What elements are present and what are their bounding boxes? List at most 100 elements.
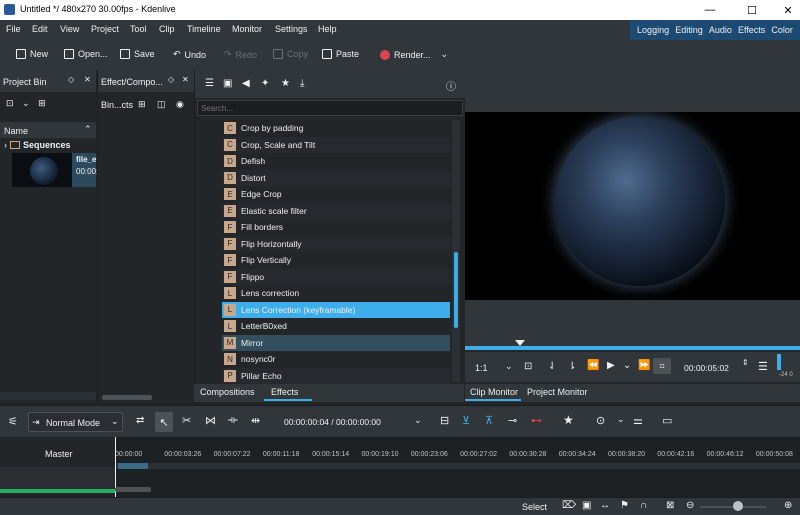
play-icon[interactable]: ▶: [607, 360, 615, 371]
effect-item[interactable]: M Mirror: [222, 334, 450, 351]
sequence-icon[interactable]: ⊙: [596, 414, 605, 427]
layout-editing[interactable]: Editing: [675, 25, 703, 35]
effect-item[interactable]: C Crop by padding: [222, 120, 450, 136]
timeline-ruler[interactable]: 00:00:00 00:00:03:26 00:00:07:22 00:00:11:1…: [115, 437, 800, 463]
clip-item[interactable]: file_e 00:00:: [12, 153, 98, 187]
effect-panel-scrollbar[interactable]: [102, 395, 152, 400]
menu-help[interactable]: Help: [318, 24, 337, 34]
menu-icon[interactable]: ☰: [758, 360, 768, 373]
close-panel-icon[interactable]: ✕: [84, 75, 91, 84]
monitor-timecode[interactable]: 00:00:05:02: [684, 363, 729, 373]
close-panel-icon[interactable]: ✕: [182, 75, 189, 84]
extract-icon[interactable]: ⊸: [508, 414, 517, 427]
ripple-tool-icon[interactable]: ⟛: [228, 414, 238, 427]
flag-icon[interactable]: ⚑: [620, 500, 629, 511]
subtitle-icon[interactable]: ▭: [662, 414, 672, 427]
minimize-button[interactable]: —: [692, 0, 728, 20]
menu-edit[interactable]: Edit: [32, 24, 48, 34]
select-tool-icon[interactable]: ↖: [155, 412, 173, 432]
save-button[interactable]: Save: [120, 49, 155, 59]
monitor-video[interactable]: [465, 112, 800, 300]
rewind-icon[interactable]: ⏪: [587, 360, 599, 371]
timeline-position[interactable]: 00:00:00:04 / 00:00:00:00: [284, 417, 381, 427]
zoom-in-icon[interactable]: ⊕: [784, 500, 792, 511]
eye-icon[interactable]: ◉: [176, 99, 184, 110]
chevron-right-icon[interactable]: ›: [4, 140, 7, 150]
layout-audio[interactable]: Audio: [709, 25, 732, 35]
effect-item[interactable]: L Lens Correction (keyframable): [222, 301, 450, 318]
remove-icon[interactable]: ⊷: [531, 414, 542, 427]
effect-item[interactable]: Nnosync0r: [222, 351, 450, 367]
monitor-ruler[interactable]: [465, 346, 800, 350]
layout-logging[interactable]: Logging: [637, 25, 669, 35]
effect-item[interactable]: F Fill borders: [222, 219, 450, 235]
insert-icon[interactable]: ⊟: [440, 414, 449, 427]
tab-compositions[interactable]: Compositions: [200, 387, 255, 397]
lift-icon[interactable]: ⊼: [485, 414, 493, 427]
effect-item[interactable]: L Lens correction: [222, 285, 450, 301]
effect-item[interactable]: F Flip Vertically: [222, 252, 450, 268]
clip-segment[interactable]: [118, 463, 148, 469]
timeline-tracks[interactable]: 00:00:00 00:00:03:26 00:00:07:22 00:00:11:1…: [115, 437, 800, 497]
tag-icon[interactable]: ⌦: [562, 500, 576, 511]
zoom-select[interactable]: 1:1: [475, 363, 488, 373]
effect-item[interactable]: P Pillar Echo: [222, 367, 450, 384]
tab-clip-monitor[interactable]: Clip Monitor: [470, 387, 518, 397]
maximize-button[interactable]: ☐: [734, 0, 770, 20]
menu-timeline[interactable]: Timeline: [187, 24, 221, 34]
sequences-folder[interactable]: › Sequences: [4, 140, 71, 150]
effect-item[interactable]: F Flip Horizontally: [222, 235, 450, 252]
favorite-star-icon[interactable]: ★: [563, 413, 574, 427]
zoom-fit-icon[interactable]: ⊠: [666, 500, 674, 511]
tab-effects[interactable]: Effects: [271, 387, 298, 397]
stop-icon[interactable]: ⊡: [524, 361, 532, 372]
menu-tool[interactable]: Tool: [130, 24, 147, 34]
set-in-icon[interactable]: ⇃: [548, 361, 556, 372]
chevron-down-icon[interactable]: ⌄: [505, 361, 513, 372]
chevron-down-icon[interactable]: ⌄: [623, 360, 631, 371]
effects-search-input[interactable]: [197, 100, 463, 116]
set-out-icon[interactable]: ⇂: [568, 361, 576, 372]
zoom-slider-handle[interactable]: [733, 501, 743, 511]
timecode-spinner-icon[interactable]: ⇕: [742, 358, 749, 367]
layout-effects[interactable]: Effects: [738, 25, 765, 35]
effects-scrollbar-thumb[interactable]: [454, 252, 458, 328]
download-icon[interactable]: ⤓: [300, 78, 304, 89]
chevron-down-icon[interactable]: ⌄: [617, 414, 625, 425]
razor-ripple-icon[interactable]: ⇄: [136, 415, 144, 426]
favorite-icon[interactable]: ★: [281, 78, 290, 89]
menu-clip[interactable]: Clip: [159, 24, 175, 34]
video-icon[interactable]: ▣: [223, 78, 232, 89]
effect-item[interactable]: E Elastic scale filter: [222, 202, 450, 219]
compare-icon[interactable]: ⊞: [138, 99, 146, 110]
menu-settings[interactable]: Settings: [275, 24, 308, 34]
magnet-icon[interactable]: ∩: [640, 500, 647, 511]
timeline-scrollbar[interactable]: [115, 487, 151, 492]
menu-monitor[interactable]: Monitor: [232, 24, 262, 34]
chevron-down-icon[interactable]: ⌄: [441, 49, 449, 60]
copy-button[interactable]: Copy: [273, 49, 308, 59]
folder-icon[interactable]: ⊞: [38, 98, 46, 108]
undo-button[interactable]: ↶ Undo: [173, 49, 206, 60]
bin-scrollbar[interactable]: [0, 392, 96, 400]
tab-project-monitor[interactable]: Project Monitor: [527, 387, 588, 397]
open-button[interactable]: Open...: [64, 49, 108, 59]
menu-project[interactable]: Project: [91, 24, 119, 34]
menu-file[interactable]: File: [6, 24, 21, 34]
render-button[interactable]: Render... ⌄: [380, 49, 448, 60]
split-view-icon[interactable]: ◫: [157, 99, 166, 110]
info-icon[interactable]: ⓘ: [446, 78, 456, 93]
layout-color[interactable]: Color: [771, 25, 793, 35]
effect-item[interactable]: D Defish: [222, 153, 450, 169]
resize-icon[interactable]: ↔: [600, 500, 610, 511]
forward-icon[interactable]: ⏩: [638, 360, 650, 371]
spacer-tool-icon[interactable]: ⋈: [205, 414, 216, 427]
menu-view[interactable]: View: [60, 24, 79, 34]
new-button[interactable]: New: [16, 49, 48, 59]
effect-item[interactable]: L LetterB0xed: [222, 318, 450, 334]
custom-icon[interactable]: ✦: [261, 78, 269, 89]
float-panel-icon[interactable]: ◇: [68, 75, 74, 84]
overwrite-icon[interactable]: ⊻: [462, 414, 470, 427]
chevron-down-icon[interactable]: ⌄: [22, 98, 30, 108]
effect-item[interactable]: E Edge Crop: [222, 186, 450, 202]
